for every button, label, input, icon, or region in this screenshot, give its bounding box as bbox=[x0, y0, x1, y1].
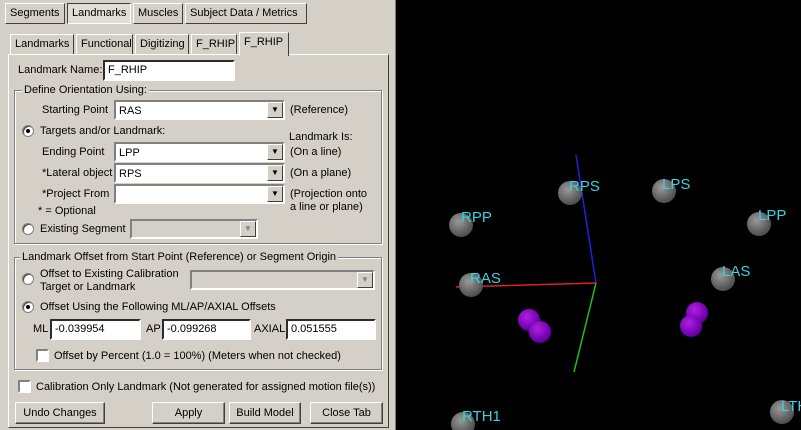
project-note-1: (Projection onto bbox=[290, 188, 368, 200]
undo-changes-button[interactable]: Undo Changes bbox=[15, 402, 105, 424]
optional-note: * = Optional bbox=[38, 205, 96, 217]
chevron-down-icon[interactable]: ▼ bbox=[240, 221, 256, 237]
marker-label-lps: LPS bbox=[662, 176, 691, 193]
offset-calibration-label-2: Target or Landmark bbox=[40, 281, 136, 293]
ap-input[interactable]: -0.099268 bbox=[162, 319, 251, 340]
3d-viewport[interactable]: RPS LPS RPP LPP RAS LAS RTH1 LTH bbox=[395, 0, 801, 430]
ml-label: ML bbox=[33, 323, 49, 335]
project-from-select[interactable]: ▼ bbox=[114, 184, 285, 204]
chevron-down-icon[interactable]: ▼ bbox=[267, 165, 283, 181]
landmark-name-label: Landmark Name: bbox=[18, 64, 103, 76]
offset-calibration-label-1: Offset to Existing Calibration bbox=[40, 268, 179, 280]
virtual-marker[interactable] bbox=[529, 321, 551, 343]
landmark-editor-panel: Segments Landmarks Muscles Subject Data … bbox=[0, 0, 395, 430]
chevron-down-icon[interactable]: ▼ bbox=[267, 144, 283, 160]
subtab-functional[interactable]: Functional bbox=[76, 34, 133, 54]
ending-point-value: LPP bbox=[119, 147, 140, 159]
tab-muscles[interactable]: Muscles bbox=[133, 3, 183, 24]
y-axis-line bbox=[573, 282, 597, 373]
targets-radio[interactable] bbox=[22, 125, 34, 137]
marker-label-las: LAS bbox=[722, 263, 751, 280]
orientation-group-legend: Define Orientation Using: bbox=[22, 84, 149, 96]
z-axis-line bbox=[575, 154, 597, 284]
ending-point-label: Ending Point bbox=[42, 146, 105, 158]
virtual-marker[interactable] bbox=[680, 315, 702, 337]
tab-subject-data-metrics[interactable]: Subject Data / Metrics bbox=[185, 3, 307, 24]
marker-label-rpp: RPP bbox=[461, 209, 492, 226]
lateral-object-note: (On a plane) bbox=[290, 167, 352, 179]
offset-group-legend: Landmark Offset from Start Point (Refere… bbox=[20, 251, 339, 263]
existing-segment-label: Existing Segment bbox=[40, 223, 126, 235]
project-from-label: *Project From bbox=[42, 188, 110, 200]
chevron-down-icon[interactable]: ▼ bbox=[267, 186, 283, 202]
build-model-button[interactable]: Build Model bbox=[229, 402, 301, 424]
ending-point-note: (On a line) bbox=[290, 146, 342, 158]
offset-mlap-label: Offset Using the Following ML/AP/AXIAL O… bbox=[40, 301, 276, 313]
tab-landmarks[interactable]: Landmarks bbox=[67, 3, 131, 24]
existing-segment-radio[interactable] bbox=[22, 223, 34, 235]
subtab-f-rhip-active[interactable]: F_RHIP bbox=[239, 32, 289, 56]
starting-point-value: RAS bbox=[119, 105, 142, 117]
offset-calibration-select[interactable]: ▼ bbox=[190, 270, 375, 290]
marker-label-rth1: RTH1 bbox=[462, 408, 501, 425]
chevron-down-icon[interactable]: ▼ bbox=[267, 102, 283, 118]
offset-percent-checkbox[interactable] bbox=[36, 349, 49, 362]
chevron-down-icon[interactable]: ▼ bbox=[357, 272, 373, 288]
marker-label-ras: RAS bbox=[470, 270, 501, 287]
existing-segment-select[interactable]: ▼ bbox=[130, 219, 258, 239]
axial-label: AXIAL bbox=[254, 323, 286, 335]
apply-button[interactable]: Apply bbox=[152, 402, 225, 424]
ap-label: AP bbox=[146, 323, 161, 335]
subtab-landmarks[interactable]: Landmarks bbox=[10, 34, 74, 54]
starting-point-select[interactable]: RAS ▼ bbox=[114, 100, 285, 120]
landmark-is-label: Landmark Is: bbox=[289, 131, 353, 143]
targets-label: Targets and/or Landmark: bbox=[40, 125, 166, 137]
offset-mlap-radio[interactable] bbox=[22, 301, 34, 313]
lateral-object-label: *Lateral object bbox=[42, 167, 113, 179]
marker-label-lth: LTH bbox=[781, 398, 801, 415]
axial-input[interactable]: 0.051555 bbox=[286, 319, 376, 340]
offset-percent-label: Offset by Percent (1.0 = 100%) (Meters w… bbox=[54, 350, 341, 362]
tab-segments[interactable]: Segments bbox=[5, 3, 65, 24]
offset-calibration-radio[interactable] bbox=[22, 273, 34, 285]
subtab-f-rhip-1[interactable]: F_RHIP bbox=[191, 34, 237, 54]
marker-label-lpp: LPP bbox=[758, 207, 787, 224]
landmark-name-input[interactable]: F_RHIP bbox=[103, 60, 235, 81]
marker-label-rps: RPS bbox=[569, 178, 600, 195]
ml-input[interactable]: -0.039954 bbox=[50, 319, 141, 340]
starting-point-note: (Reference) bbox=[290, 104, 349, 116]
ending-point-select[interactable]: LPP ▼ bbox=[114, 142, 285, 162]
close-tab-button[interactable]: Close Tab bbox=[310, 402, 383, 424]
subtab-digitizing[interactable]: Digitizing bbox=[135, 34, 189, 54]
project-note-2: a line or plane) bbox=[290, 201, 363, 213]
starting-point-label: Starting Point bbox=[42, 104, 109, 116]
lateral-object-value: RPS bbox=[119, 168, 142, 180]
calibration-only-label: Calibration Only Landmark (Not generated… bbox=[36, 381, 376, 393]
lateral-object-select[interactable]: RPS ▼ bbox=[114, 163, 285, 183]
calibration-only-checkbox[interactable] bbox=[18, 380, 31, 393]
